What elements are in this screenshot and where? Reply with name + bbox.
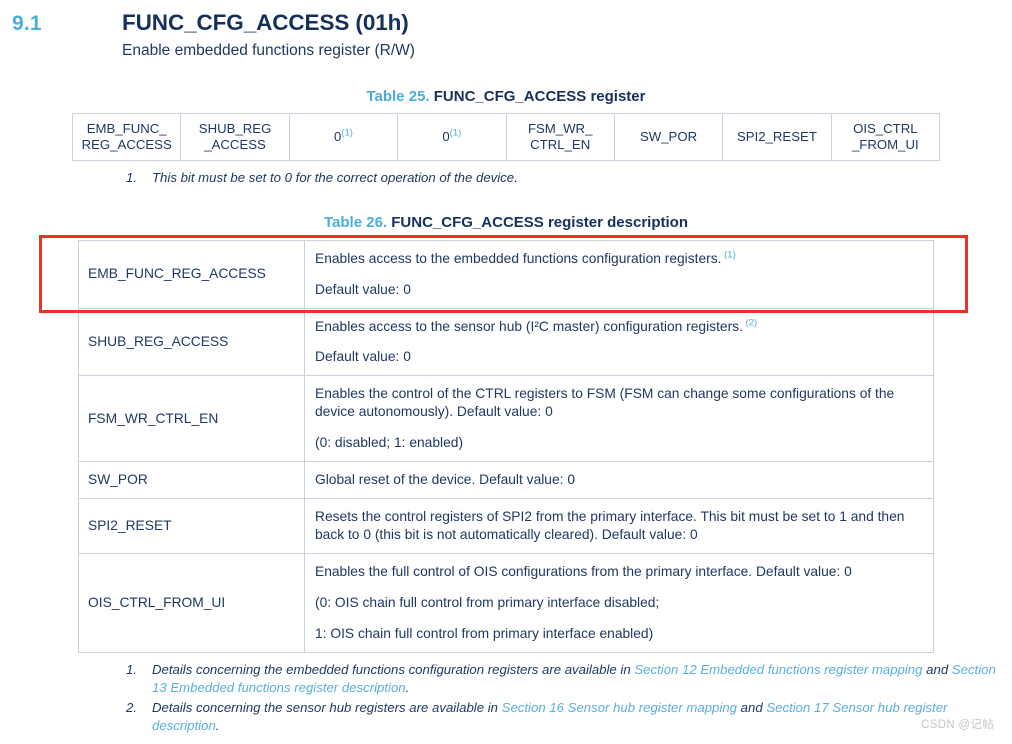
register-field-name: SW_POR bbox=[78, 461, 305, 500]
page-header: 9.1 FUNC_CFG_ACCESS (01h) Enable embedde… bbox=[0, 0, 1012, 60]
register-table-caption: Table 25. FUNC_CFG_ACCESS register bbox=[0, 88, 1012, 105]
register-field-name: SHUB_REG_ACCESS bbox=[78, 307, 305, 377]
page-title: FUNC_CFG_ACCESS (01h) bbox=[122, 10, 409, 35]
register-bit-label: EMB_FUNC_ bbox=[86, 120, 167, 136]
footnote-item: 2. Details concerning the sensor hub regi… bbox=[126, 699, 1012, 735]
description-table-caption-number: Table 26. bbox=[324, 213, 388, 231]
register-field-name: OIS_CTRL_FROM_UI bbox=[78, 552, 305, 653]
description-paragraph: 1: OIS chain full control from primary i… bbox=[315, 625, 654, 641]
register-field-description: Resets the control registers of SPI2 fro… bbox=[304, 498, 934, 554]
header-text-block: FUNC_CFG_ACCESS (01h) Enable embedded fu… bbox=[122, 10, 1012, 60]
register-field-description: Enables access to the sensor hub (I²C ma… bbox=[304, 307, 934, 377]
register-field-name: FSM_WR_CTRL_EN bbox=[78, 375, 305, 463]
section-cross-reference-link[interactable]: Section 12 Embedded functions register m… bbox=[634, 662, 922, 677]
register-field-description: Global reset of the device. Default valu… bbox=[304, 461, 934, 500]
register-bit-cell: OIS_CTRL _FROM_UI bbox=[830, 113, 941, 162]
register-field-description: Enables the control of the CTRL register… bbox=[304, 375, 934, 463]
register-bit-label: CTRL_EN bbox=[530, 137, 591, 153]
register-bit-label: 0 bbox=[442, 129, 450, 145]
register-field-description: Enables the full control of OIS configur… bbox=[304, 552, 934, 653]
table-row: EMB_FUNC_REG_ACCESS Enables access to the… bbox=[78, 239, 934, 309]
register-field-name: EMB_FUNC_REG_ACCESS bbox=[78, 239, 305, 309]
footnote-text: and bbox=[737, 700, 767, 716]
register-bit-label: SW_POR bbox=[639, 129, 698, 145]
footnote-marker: (1) bbox=[721, 249, 736, 261]
description-paragraph: (0: disabled; 1: enabled) bbox=[315, 435, 464, 451]
footnote-marker: (2) bbox=[742, 316, 758, 328]
footnote-text: Details concerning the sensor hub regist… bbox=[152, 700, 502, 716]
register-bit-table: EMB_FUNC_ REG_ACCESS SHUB_REG _ACCESS 0(1) 0(… bbox=[71, 113, 941, 162]
footnote-text: This bit must be set to 0 for the correc… bbox=[152, 170, 518, 186]
description-paragraph: Resets the control registers of SPI2 fro… bbox=[315, 509, 905, 542]
register-bit-cell: SHUB_REG _ACCESS bbox=[180, 113, 290, 162]
register-bit-cell: FSM_WR_ CTRL_EN bbox=[505, 113, 615, 162]
description-paragraph: Enables access to the embedded functions… bbox=[315, 249, 736, 266]
register-bit-label: SPI2_RESET bbox=[736, 129, 817, 145]
table-row: OIS_CTRL_FROM_UI Enables the full control… bbox=[78, 552, 934, 653]
description-table-footnotes: 1. Details concerning the embedded functi… bbox=[0, 661, 1012, 736]
description-table-caption: Table 26. FUNC_CFG_ACCESS register descr… bbox=[0, 214, 1012, 231]
register-bit-label: _ACCESS bbox=[204, 137, 266, 153]
table-row: SPI2_RESET Resets the control registers o… bbox=[78, 498, 934, 554]
register-table-caption-text: FUNC_CFG_ACCESS register bbox=[433, 88, 646, 106]
register-table-footnotes: 1. This bit must be set to 0 for the corr… bbox=[0, 169, 1012, 187]
table-row: EMB_FUNC_ REG_ACCESS SHUB_REG _ACCESS 0(1) 0(… bbox=[71, 113, 941, 162]
register-bit-label: FSM_WR_ bbox=[527, 120, 593, 136]
section-cross-reference-link[interactable]: Section 16 Sensor hub register mapping bbox=[502, 700, 737, 715]
page-subtitle: Enable embedded functions register (R/W) bbox=[122, 41, 415, 59]
description-table-wrapper: EMB_FUNC_REG_ACCESS Enables access to the… bbox=[0, 235, 1012, 653]
register-bit-cell: 0(1) bbox=[288, 113, 399, 162]
watermark: CSDN @记帖 bbox=[921, 719, 994, 731]
description-paragraph: Enables access to the sensor hub (I²C ma… bbox=[315, 316, 758, 334]
register-field-description: Enables access to the embedded functions… bbox=[304, 239, 934, 309]
register-bit-cell: SW_POR bbox=[613, 113, 724, 162]
table-row: FSM_WR_CTRL_EN Enables the control of the… bbox=[78, 375, 934, 463]
description-paragraph: Global reset of the device. Default valu… bbox=[315, 472, 575, 488]
table-row: SHUB_REG_ACCESS Enables access to the sen… bbox=[78, 307, 934, 377]
description-paragraph: Enables the control of the CTRL register… bbox=[315, 386, 895, 420]
section-number: 9.1 bbox=[12, 12, 42, 35]
register-bit-label: SHUB_REG bbox=[198, 120, 272, 136]
footnote-text: . bbox=[405, 679, 410, 695]
register-bit-cell: SPI2_RESET bbox=[722, 113, 832, 162]
footnote-marker: (1) bbox=[449, 127, 462, 139]
footnote-item: 1. This bit must be set to 0 for the corr… bbox=[126, 169, 1012, 187]
footnote-text: Details concerning the embedded function… bbox=[152, 661, 635, 677]
register-bit-label: _FROM_UI bbox=[851, 137, 919, 153]
table-row: SW_POR Global reset of the device. Defaul… bbox=[78, 461, 934, 500]
register-bit-label: OIS_CTRL bbox=[853, 120, 918, 136]
register-table-caption-number: Table 25. bbox=[366, 88, 430, 106]
register-field-name: SPI2_RESET bbox=[78, 498, 305, 554]
footnote-number: 2. bbox=[126, 700, 137, 716]
footnote-number: 1. bbox=[126, 661, 137, 677]
description-paragraph: Enables the full control of OIS configur… bbox=[315, 563, 852, 579]
description-table: EMB_FUNC_REG_ACCESS Enables access to the… bbox=[78, 239, 934, 653]
footnote-text: and bbox=[922, 661, 952, 677]
description-paragraph: Default value: 0 bbox=[315, 281, 411, 297]
description-paragraph: Default value: 0 bbox=[315, 349, 411, 365]
footnote-number: 1. bbox=[126, 170, 137, 186]
footnote-item: 1. Details concerning the embedded functi… bbox=[126, 661, 1012, 697]
register-bit-label: REG_ACCESS bbox=[81, 137, 172, 153]
register-bit-cell: EMB_FUNC_ REG_ACCESS bbox=[71, 113, 182, 162]
footnote-marker: (1) bbox=[341, 127, 353, 139]
register-bit-table-wrapper: EMB_FUNC_ REG_ACCESS SHUB_REG _ACCESS 0(1) 0(… bbox=[0, 113, 1012, 162]
register-bit-cell: 0(1) bbox=[397, 113, 507, 162]
footnote-text: . bbox=[215, 718, 220, 734]
description-table-caption-text: FUNC_CFG_ACCESS register description bbox=[391, 213, 688, 231]
description-paragraph: (0: OIS chain full control from primary … bbox=[315, 594, 660, 610]
